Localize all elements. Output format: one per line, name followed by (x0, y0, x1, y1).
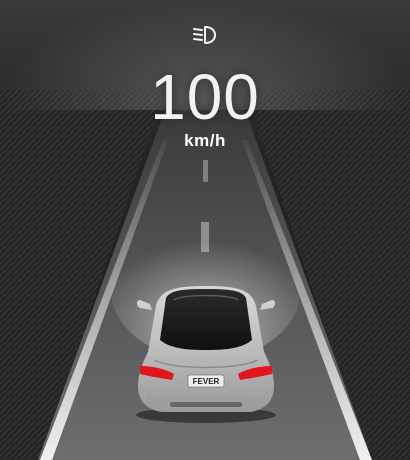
license-plate-text: FEVER (193, 377, 220, 386)
speed-unit-label: km/h (184, 131, 226, 150)
center-dash (203, 160, 208, 182)
driver-display: 100 km/h FEVER (0, 0, 410, 460)
speed-readout: 100 (150, 61, 260, 133)
ego-vehicle: FEVER (136, 286, 276, 423)
low-beam-headlight-icon (193, 26, 216, 44)
